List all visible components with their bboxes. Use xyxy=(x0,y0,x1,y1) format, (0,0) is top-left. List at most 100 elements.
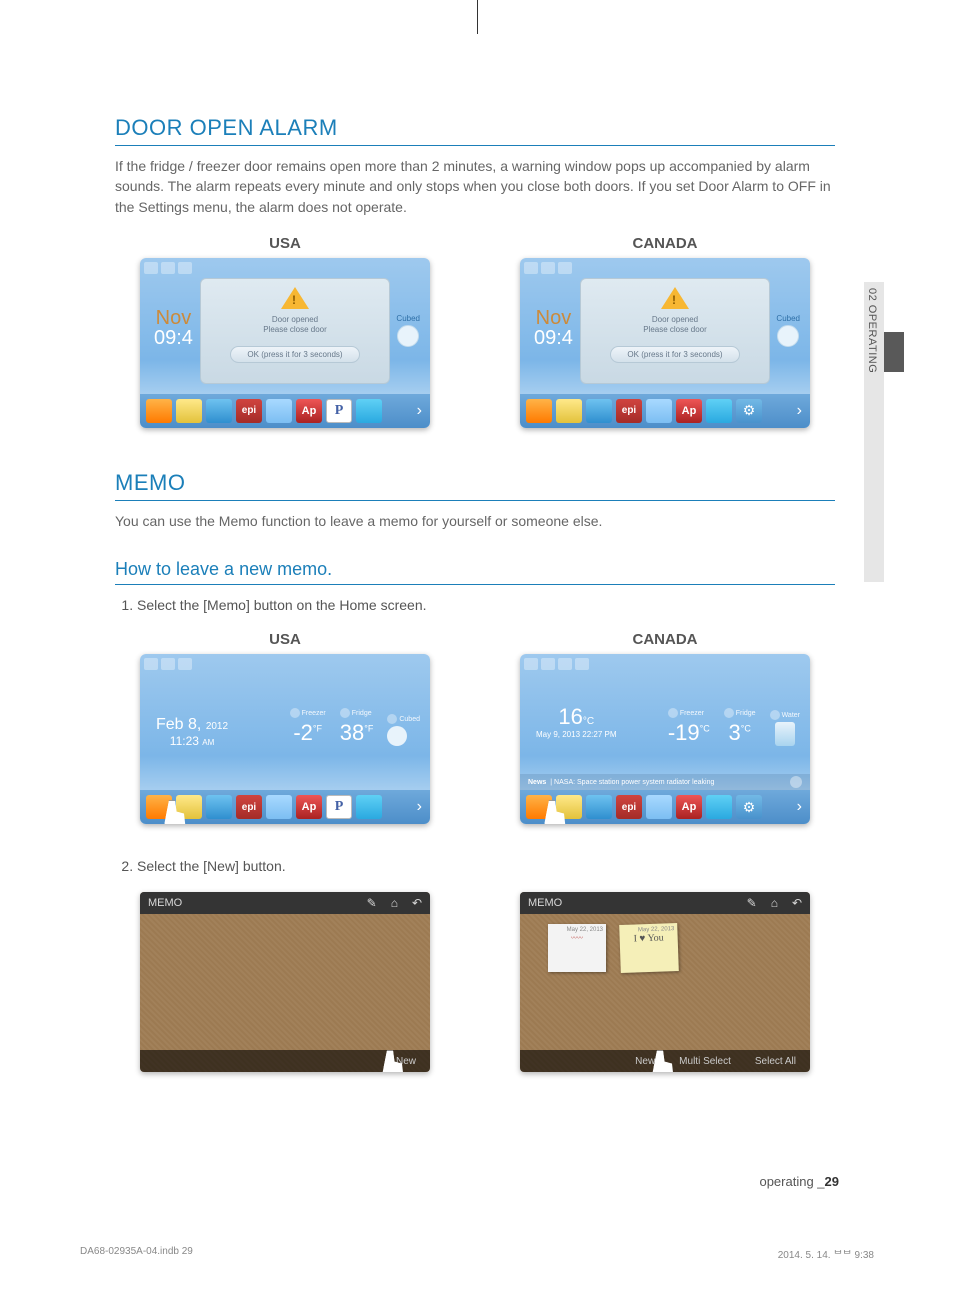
new-note-icon[interactable]: ✎ xyxy=(367,896,377,910)
app-dock: epi Ap › xyxy=(520,790,810,824)
new-note-icon[interactable]: ✎ xyxy=(747,896,757,910)
app-calendar-icon[interactable] xyxy=(266,399,292,423)
app-apnews-icon[interactable]: Ap xyxy=(676,399,702,423)
modal-line2: Please close door xyxy=(201,325,389,335)
print-metadata: DA68-02935A-04.indb 29 2014. 5. 14. ᄇᄇ 9… xyxy=(80,1246,874,1261)
home-icon[interactable]: ⌂ xyxy=(391,896,398,910)
section-body-door-alarm: If the fridge / freezer door remains ope… xyxy=(115,156,835,217)
memo-bottombar: New xyxy=(140,1050,430,1072)
dock-next-icon[interactable]: › xyxy=(795,798,804,816)
app-epicurious-icon[interactable]: epi xyxy=(236,795,262,819)
back-icon[interactable]: ↶ xyxy=(412,896,422,910)
screenshot-memo-empty: MEMO ✎ ⌂ ↶ New xyxy=(140,892,430,1072)
app-twitter-icon[interactable] xyxy=(706,399,732,423)
app-memo-icon[interactable] xyxy=(146,399,172,423)
app-epicurious-icon[interactable]: epi xyxy=(616,399,642,423)
multi-select-button[interactable]: Multi Select xyxy=(679,1056,731,1067)
clock-widget: 16°C May 9, 2013 22:27 PM xyxy=(536,704,617,739)
app-pandora-icon[interactable]: P xyxy=(326,399,352,423)
status-bar xyxy=(144,262,192,274)
app-photos-icon[interactable] xyxy=(176,795,202,819)
home-icon[interactable]: ⌂ xyxy=(771,896,778,910)
label-usa: USA xyxy=(115,631,455,648)
door-open-modal: Door opened Please close door OK (press … xyxy=(200,278,390,384)
screenshot-home-usa: Feb 8, 2012 11:23 AM Freezer-2°F Fridge3… xyxy=(140,654,430,824)
app-twitter-icon[interactable] xyxy=(356,399,382,423)
app-dock: epi Ap › xyxy=(520,394,810,428)
app-calendar-icon[interactable] xyxy=(266,795,292,819)
subheading-how-to-memo: How to leave a new memo. xyxy=(115,559,835,585)
new-button[interactable]: New xyxy=(635,1056,655,1067)
back-icon[interactable]: ↶ xyxy=(792,896,802,910)
app-dock: epi Ap P › xyxy=(140,394,430,428)
ok-button[interactable]: OK (press it for 3 seconds) xyxy=(610,346,740,363)
app-settings-icon[interactable] xyxy=(736,795,762,819)
select-all-button[interactable]: Select All xyxy=(755,1056,796,1067)
app-grocery-icon[interactable] xyxy=(206,399,232,423)
app-apnews-icon[interactable]: Ap xyxy=(676,795,702,819)
status-bar xyxy=(144,658,192,670)
status-bar xyxy=(524,262,572,274)
section-title-door-alarm: DOOR OPEN ALARM xyxy=(115,115,835,146)
app-calendar-icon[interactable] xyxy=(646,399,672,423)
door-open-modal: Door opened Please close door OK (press … xyxy=(580,278,770,384)
app-memo-icon[interactable] xyxy=(526,795,552,819)
section-title-memo: MEMO xyxy=(115,470,835,501)
memo-note[interactable]: May 22, 2013 I ♥ You xyxy=(619,923,679,973)
memo-titlebar: MEMO ✎ ⌂ ↶ xyxy=(520,892,810,914)
app-settings-icon[interactable] xyxy=(736,399,762,423)
crop-mark xyxy=(477,0,478,34)
clock-widget: Nov 09:4 xyxy=(534,308,573,348)
memo-titlebar: MEMO ✎ ⌂ ↶ xyxy=(140,892,430,914)
screenshot-memo-populated: MEMO ✎ ⌂ ↶ May 22, 2013 〰〰 May 22, 2013 … xyxy=(520,892,810,1072)
memo-title: MEMO xyxy=(528,897,562,909)
status-bar xyxy=(524,658,589,670)
label-usa: USA xyxy=(115,235,455,252)
label-canada: CANADA xyxy=(495,631,835,648)
app-epicurious-icon[interactable]: epi xyxy=(236,399,262,423)
dock-next-icon[interactable]: › xyxy=(415,402,424,420)
app-memo-icon[interactable] xyxy=(146,795,172,819)
ice-widget: Cubed xyxy=(776,314,800,347)
app-epicurious-icon[interactable]: epi xyxy=(616,795,642,819)
app-apnews-icon[interactable]: Ap xyxy=(296,795,322,819)
ice-widget: Cubed xyxy=(396,314,420,347)
dock-next-icon[interactable]: › xyxy=(795,402,804,420)
app-grocery-icon[interactable] xyxy=(586,399,612,423)
app-photos-icon[interactable] xyxy=(176,399,202,423)
modal-line1: Door opened xyxy=(201,315,389,325)
new-button[interactable]: New xyxy=(396,1056,416,1067)
indd-timestamp: 2014. 5. 14. ᄇᄇ 9:38 xyxy=(778,1246,874,1261)
side-tab: 02 OPERATING xyxy=(864,282,904,582)
clock-widget: Feb 8, 2012 11:23 AM xyxy=(156,716,228,748)
screenshot-home-canada: 16°C May 9, 2013 22:27 PM Freezer-19°C F… xyxy=(520,654,810,824)
app-memo-icon[interactable] xyxy=(526,399,552,423)
label-canada: CANADA xyxy=(495,235,835,252)
temperature-readout: Freezer-19°C Fridge3°C Water xyxy=(668,708,800,746)
app-pandora-icon[interactable]: P xyxy=(326,795,352,819)
clock-widget: Nov 09:4 xyxy=(154,308,193,348)
app-twitter-icon[interactable] xyxy=(706,795,732,819)
temperature-readout: Freezer-2°F Fridge38°F Cubed xyxy=(290,708,420,746)
ok-button[interactable]: OK (press it for 3 seconds) xyxy=(230,346,360,363)
app-apnews-icon[interactable]: Ap xyxy=(296,399,322,423)
side-tab-label: 02 OPERATING xyxy=(866,288,878,373)
app-dock: epi Ap P › xyxy=(140,790,430,824)
dock-next-icon[interactable]: › xyxy=(415,798,424,816)
screenshot-door-alarm-canada: Nov 09:4 Cubed Door opened Please close … xyxy=(520,258,810,428)
chevron-right-icon[interactable] xyxy=(790,776,802,788)
app-photos-icon[interactable] xyxy=(556,795,582,819)
app-photos-icon[interactable] xyxy=(556,399,582,423)
app-calendar-icon[interactable] xyxy=(646,795,672,819)
app-grocery-icon[interactable] xyxy=(206,795,232,819)
section-body-memo: You can use the Memo function to leave a… xyxy=(115,511,835,531)
warning-icon xyxy=(281,287,309,309)
news-ticker: News| NASA: Space station power system r… xyxy=(520,774,810,790)
app-twitter-icon[interactable] xyxy=(356,795,382,819)
screenshot-door-alarm-usa: Nov 09:4 Cubed Door opened Please close … xyxy=(140,258,430,428)
step-1: Select the [Memo] button on the Home scr… xyxy=(137,597,835,613)
indd-file: DA68-02935A-04.indb 29 xyxy=(80,1246,193,1261)
app-grocery-icon[interactable] xyxy=(586,795,612,819)
memo-note[interactable]: May 22, 2013 〰〰 xyxy=(548,924,606,972)
warning-icon xyxy=(661,287,689,309)
